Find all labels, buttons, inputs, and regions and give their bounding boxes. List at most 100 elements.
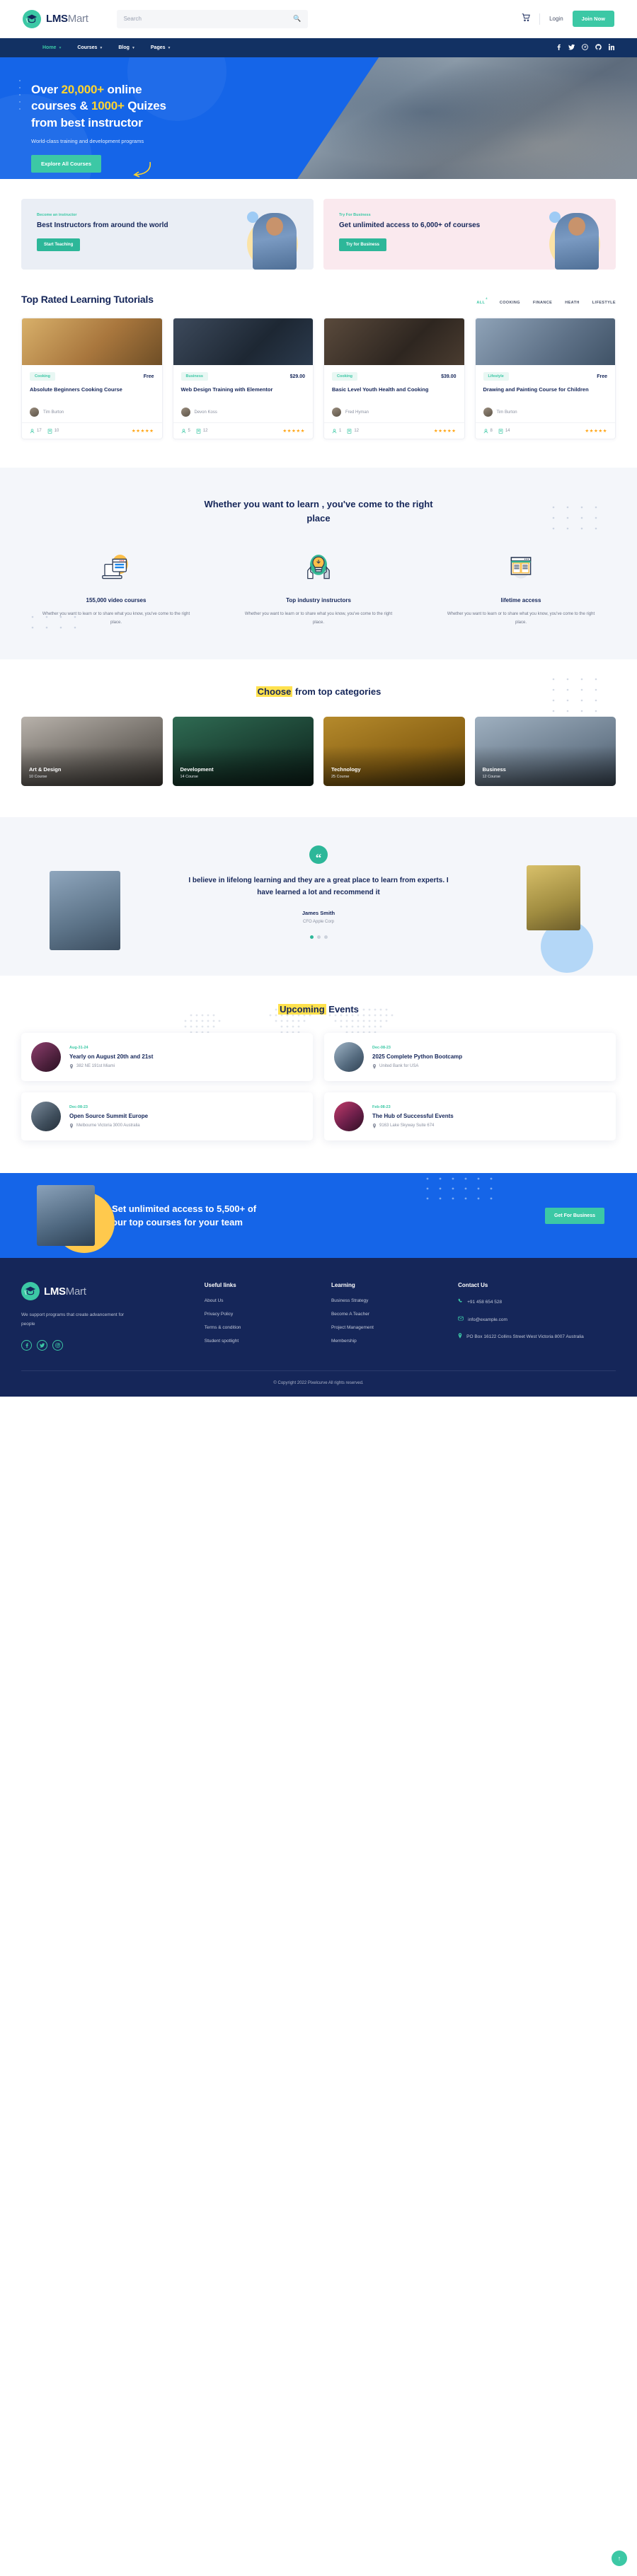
footer-link-about-us[interactable]: About Us <box>205 1298 317 1303</box>
course-card[interactable]: Cooking Free Absolute Beginners Cooking … <box>21 318 163 439</box>
filter-finance[interactable]: FINANCE <box>533 301 552 305</box>
chevron-down-icon: ▼ <box>167 45 171 50</box>
event-date: Feb-08-23 <box>372 1104 391 1109</box>
nav-item-blog[interactable]: Blog ▼ <box>118 45 135 50</box>
category-card-technology[interactable]: Technology 25 Course <box>323 717 465 786</box>
testimonial-section: “ I believe in lifelong learning and the… <box>0 817 637 976</box>
event-card[interactable]: Aug-31-24 Yearly on August 20th and 21st… <box>21 1033 313 1081</box>
course-card[interactable]: Business $29.00 Web Design Training with… <box>172 318 314 439</box>
twitter-icon[interactable] <box>568 44 575 52</box>
carousel-dot-3[interactable] <box>323 935 328 939</box>
course-card[interactable]: Cooking $39.00 Basic Level Youth Health … <box>323 318 465 439</box>
site-logo[interactable]: LMSMart <box>23 9 88 28</box>
event-title[interactable]: Yearly on August 20th and 21st <box>69 1053 153 1060</box>
event-title[interactable]: 2025 Complete Python Bootcamp <box>372 1053 462 1060</box>
footer-social-links <box>21 1340 190 1351</box>
course-card[interactable]: Lifestyle Free Drawing and Painting Cour… <box>474 318 616 439</box>
lessons-count: 14 <box>505 429 510 433</box>
graduation-cap-icon <box>21 1282 40 1300</box>
footer-useful-links-column: Useful links About Us Privacy Policy Ter… <box>205 1282 317 1352</box>
nav-item-pages[interactable]: Pages ▼ <box>151 45 171 50</box>
hero-line1-pre: Over <box>31 83 62 96</box>
course-author: Tim Burton <box>30 408 154 417</box>
cart-icon[interactable] <box>522 13 530 24</box>
get-for-business-button[interactable]: Get For Business <box>545 1207 604 1224</box>
search-input[interactable] <box>123 16 301 22</box>
event-card[interactable]: Dec-08-23 2025 Complete Python Bootcamp … <box>324 1033 616 1081</box>
curved-arrow-icon <box>133 161 151 178</box>
nav-social-links <box>556 43 614 52</box>
login-link[interactable]: Login <box>549 16 563 22</box>
footer-email[interactable]: info@example.com <box>458 1316 616 1324</box>
event-details: Feb-08-23 The Hub of Successful Events 9… <box>372 1105 454 1128</box>
instagram-icon[interactable] <box>52 1340 63 1351</box>
phone-icon <box>458 1298 463 1307</box>
join-now-button[interactable]: Join Now <box>572 11 614 27</box>
page-root: LMSMart 🔍 Login Join Now Home▼ Courses▼ … <box>0 0 637 2566</box>
carousel-dot-2[interactable] <box>316 935 321 939</box>
promo-business-title: Get unlimited access to 6,000+ of course… <box>339 221 481 229</box>
twitter-icon[interactable] <box>37 1340 47 1351</box>
course-title[interactable]: Web Design Training with Elementor <box>181 386 306 402</box>
footer-link-business-strategy[interactable]: Business Strategy <box>331 1298 444 1303</box>
course-title[interactable]: Basic Level Youth Health and Cooking <box>332 386 457 402</box>
course-author-name: Fred Hyman <box>345 410 369 415</box>
footer-contact-heading: Contact Us <box>458 1282 488 1288</box>
category-card-development[interactable]: Development 14 Course <box>172 717 314 786</box>
start-teaching-button[interactable]: Start Teaching <box>37 238 81 251</box>
promo-card-instructor[interactable]: Become an instructor Best Instructors fr… <box>21 199 314 270</box>
nav-item-courses[interactable]: Courses ▼ <box>77 45 103 50</box>
filter-cooking[interactable]: COOKING <box>500 301 520 305</box>
try-for-business-button[interactable]: Try for Business <box>339 238 387 251</box>
footer-logo[interactable]: LMSMart <box>21 1282 190 1300</box>
hero-line2-post: Quizes <box>124 99 166 113</box>
nav-item-home[interactable]: Home ▼ <box>42 45 62 50</box>
dot-grid-decoration <box>552 506 597 530</box>
footer-link-project-management[interactable]: Project Management <box>331 1325 444 1330</box>
dot-grid-decoration-2 <box>31 616 76 629</box>
footer-link-privacy-policy[interactable]: Privacy Policy <box>205 1312 317 1317</box>
filter-heath[interactable]: HEATH <box>565 301 580 305</box>
event-thumbnail <box>334 1102 364 1131</box>
event-title[interactable]: Open Source Summit Europe <box>69 1113 148 1119</box>
feature-desc: Whether you want to learn or to share wh… <box>447 612 595 625</box>
course-author-name: Tim Burton <box>43 410 64 415</box>
event-title[interactable]: The Hub of Successful Events <box>372 1113 454 1119</box>
book-icon <box>498 428 503 434</box>
footer-link-become-a-teacher[interactable]: Become A Teacher <box>331 1312 444 1317</box>
category-card-art-design[interactable]: Art & Design 10 Course <box>21 717 163 786</box>
carousel-dot-1[interactable] <box>309 935 314 939</box>
hero-banner: Over 20,000+ online courses & 1000+ Quiz… <box>0 57 637 179</box>
course-title[interactable]: Drawing and Painting Course for Children <box>483 386 608 402</box>
event-card[interactable]: Dec-08-23 Open Source Summit Europe Melb… <box>21 1092 313 1140</box>
github-icon[interactable] <box>595 44 602 52</box>
course-title[interactable]: Absolute Beginners Cooking Course <box>30 386 154 402</box>
footer-link-terms-condition[interactable]: Terms & condition <box>205 1325 317 1330</box>
search-box[interactable]: 🔍 <box>116 9 308 28</box>
footer-link-student-spotlight[interactable]: Student spotlight <box>205 1339 317 1344</box>
rating-stars: ★★★★★ <box>433 429 457 434</box>
category-card-business[interactable]: Business 12 Course <box>474 717 616 786</box>
back-to-top-icon[interactable]: ↑ <box>612 2551 627 2566</box>
location-pin-icon <box>69 1123 74 1128</box>
feature-item: lifetime access Whether you want to lear… <box>426 549 616 627</box>
course-meta: Cooking Free <box>30 372 154 381</box>
facebook-icon[interactable] <box>21 1340 32 1351</box>
hero-image <box>297 57 637 179</box>
footer-link-membership[interactable]: Membership <box>331 1339 444 1344</box>
promo-card-business[interactable]: Try For Business Get unlimited access to… <box>323 199 616 270</box>
categories-section: Choose from top categories Art & Design … <box>0 659 637 817</box>
footer-phone[interactable]: +91 458 654 528 <box>458 1298 616 1307</box>
event-card[interactable]: Feb-08-23 The Hub of Successful Events 9… <box>324 1092 616 1140</box>
course-author: Devon Koss <box>180 408 306 417</box>
linkedin-icon[interactable] <box>608 43 614 52</box>
students-count: 8 <box>490 429 493 433</box>
explore-all-courses-button[interactable]: Explore All Courses <box>31 155 101 173</box>
course-thumbnail <box>324 318 464 365</box>
pinterest-icon[interactable] <box>582 44 588 52</box>
students-stat: 5 <box>181 428 190 434</box>
filter-all[interactable]: ALL4 <box>476 296 487 305</box>
filter-lifestyle[interactable]: LIFESTYLE <box>592 301 616 305</box>
search-icon[interactable]: 🔍 <box>293 15 301 23</box>
facebook-icon[interactable] <box>556 44 561 52</box>
